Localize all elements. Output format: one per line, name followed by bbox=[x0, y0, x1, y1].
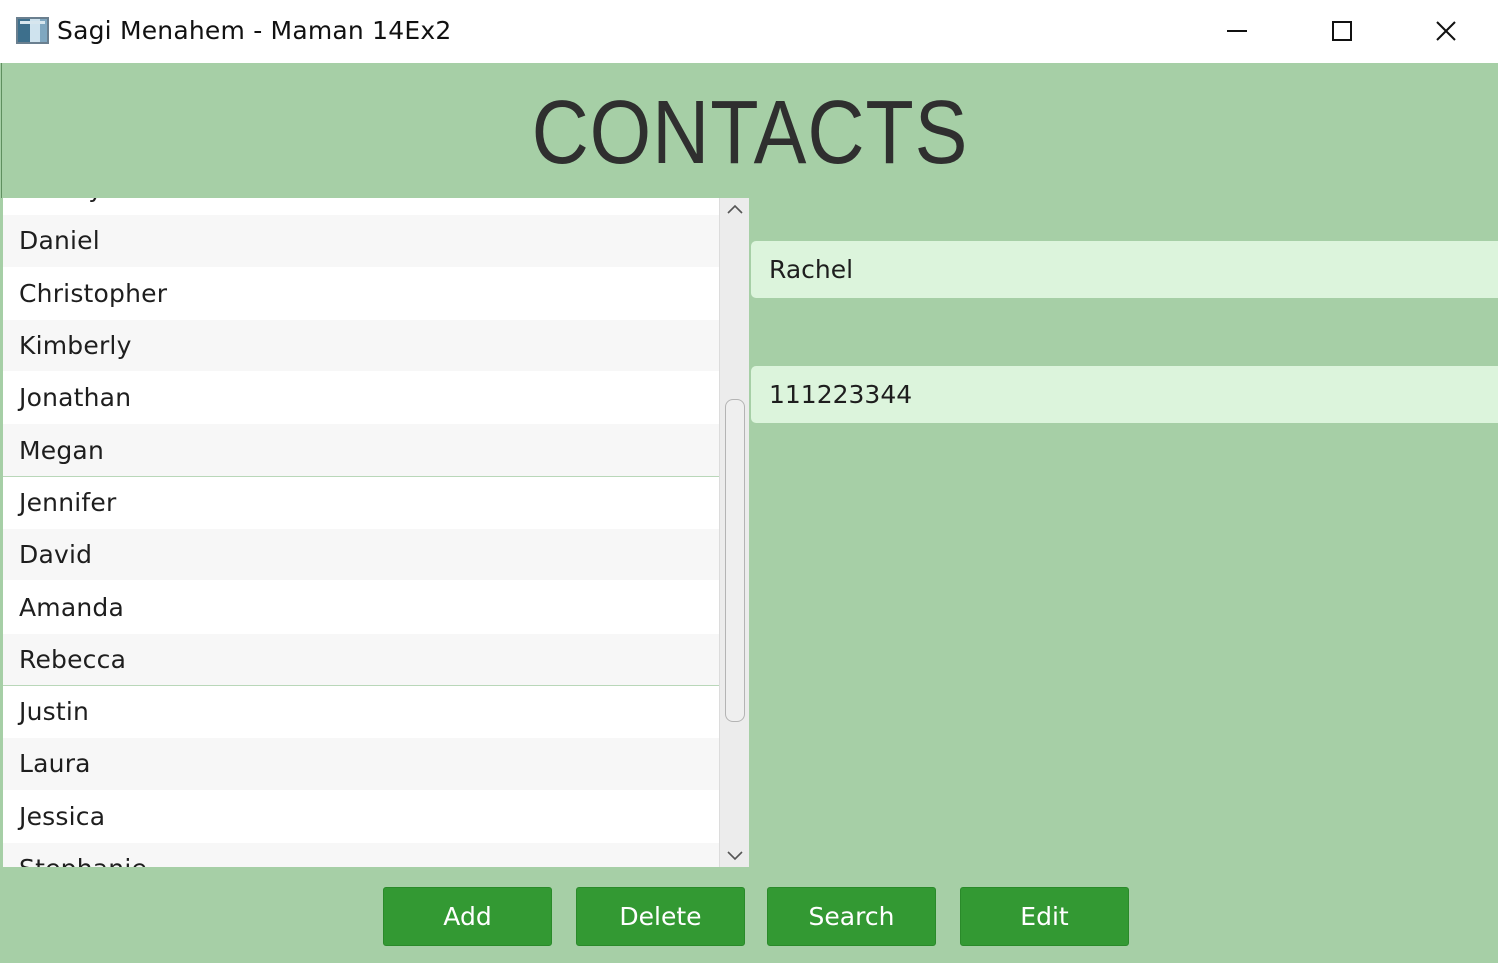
list-scrollbar[interactable] bbox=[719, 198, 749, 867]
scroll-thumb[interactable] bbox=[725, 399, 745, 722]
minimize-icon bbox=[1226, 30, 1247, 32]
list-item[interactable]: Daniel bbox=[3, 215, 719, 268]
page-title: CONTACTS bbox=[531, 83, 969, 183]
search-button[interactable]: Search bbox=[767, 887, 936, 946]
contacts-list[interactable]: Ashley Daniel Christopher Kimberly Jonat… bbox=[3, 198, 749, 867]
close-icon bbox=[1435, 21, 1456, 41]
list-item[interactable]: Kimberly bbox=[3, 319, 719, 373]
list-item[interactable]: Christopher bbox=[3, 267, 719, 320]
maximize-icon bbox=[1331, 21, 1352, 41]
list-item[interactable]: Megan bbox=[3, 424, 719, 477]
app-icon bbox=[16, 17, 49, 44]
chevron-up-icon bbox=[726, 204, 743, 214]
maximize-button[interactable] bbox=[1289, 0, 1394, 62]
list-item[interactable]: Stephanie bbox=[3, 842, 719, 867]
edit-button[interactable]: Edit bbox=[960, 887, 1129, 946]
contact-name-field[interactable]: Rachel bbox=[751, 241, 1498, 298]
list-item[interactable]: Ashley bbox=[3, 198, 719, 216]
list-item[interactable]: David bbox=[3, 529, 719, 582]
list-item[interactable]: Jennifer bbox=[3, 476, 719, 530]
chevron-down-icon bbox=[726, 851, 743, 861]
list-item[interactable]: Rebecca bbox=[3, 633, 719, 686]
delete-button[interactable]: Delete bbox=[576, 887, 745, 946]
add-button[interactable]: Add bbox=[383, 887, 552, 946]
list-item[interactable]: Justin bbox=[3, 685, 719, 739]
list-item[interactable]: Jessica bbox=[3, 790, 719, 843]
list-item[interactable]: Amanda bbox=[3, 581, 719, 634]
title-bar: Sagi Menahem - Maman 14Ex2 bbox=[0, 0, 1498, 63]
contact-phone-field[interactable]: 111223344 bbox=[751, 366, 1498, 423]
scroll-down-button[interactable] bbox=[720, 845, 749, 867]
header: CONTACTS bbox=[1, 63, 1497, 198]
contacts-list-rows: Ashley Daniel Christopher Kimberly Jonat… bbox=[3, 198, 719, 867]
list-item[interactable]: Laura bbox=[3, 738, 719, 791]
scroll-up-button[interactable] bbox=[720, 198, 749, 220]
close-button[interactable] bbox=[1393, 0, 1498, 62]
window-title: Sagi Menahem - Maman 14Ex2 bbox=[57, 16, 452, 45]
minimize-button[interactable] bbox=[1184, 0, 1289, 62]
list-item[interactable]: Jonathan bbox=[3, 372, 719, 425]
